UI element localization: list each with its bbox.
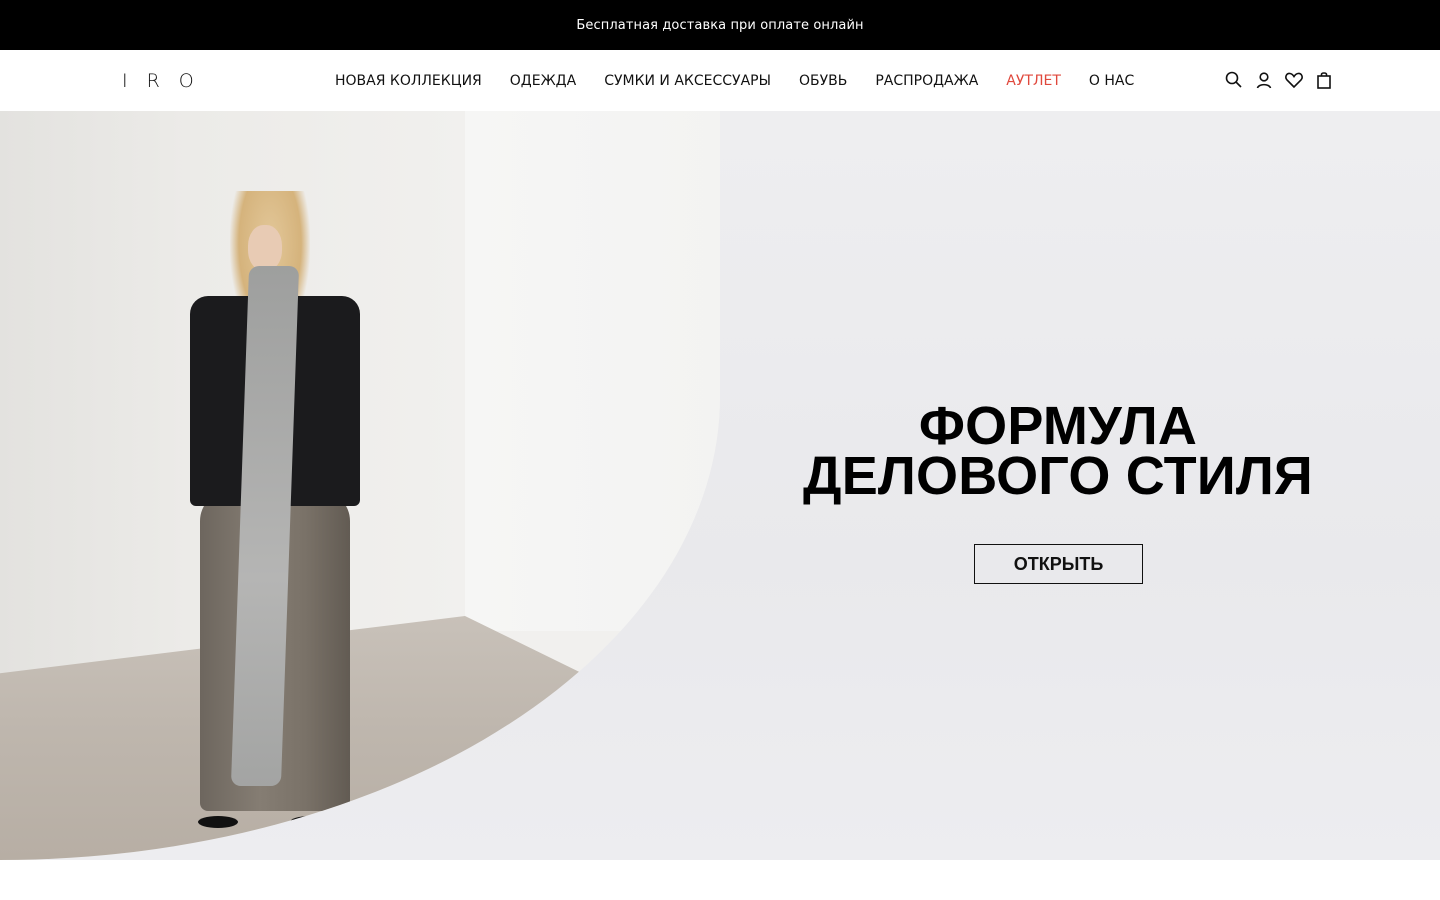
model-face: [248, 225, 282, 271]
search-icon[interactable]: [1224, 68, 1244, 92]
nav-item-sale[interactable]: РАСПРОДАЖА: [875, 73, 978, 89]
main-nav: НОВАЯ КОЛЛЕКЦИЯ ОДЕЖДА СУМКИ И АКСЕССУАР…: [335, 50, 1134, 111]
shopping-bag-icon[interactable]: [1314, 68, 1334, 92]
open-collection-button[interactable]: ОТКРЫТЬ: [974, 544, 1143, 584]
nav-item-new-collection[interactable]: НОВАЯ КОЛЛЕКЦИЯ: [335, 73, 482, 89]
account-icon[interactable]: [1254, 68, 1274, 92]
hero-title-line-1: ФОРМУЛА: [918, 396, 1198, 456]
nav-item-bags-accessories[interactable]: СУМКИ И АКСЕССУАРЫ: [604, 73, 771, 89]
nav-item-outlet[interactable]: АУТЛЕТ: [1006, 73, 1061, 89]
photo-wall-right: [465, 111, 720, 631]
hero-image[interactable]: [0, 111, 720, 860]
header-icons: [1224, 67, 1334, 93]
promo-bar: Бесплатная доставка при оплате онлайн: [0, 0, 1440, 50]
brand-logo[interactable]: IRO: [122, 68, 213, 94]
nav-item-about[interactable]: О НАС: [1089, 73, 1134, 89]
model-figure: [170, 191, 380, 831]
site-header: IRO НОВАЯ КОЛЛЕКЦИЯ ОДЕЖДА СУМКИ И АКСЕС…: [0, 50, 1440, 111]
wishlist-heart-icon[interactable]: [1284, 68, 1304, 92]
hero-title-line-2: ДЕЛОВОГО СТИЛЯ: [803, 446, 1313, 506]
promo-text: Бесплатная доставка при оплате онлайн: [576, 17, 864, 33]
model-shoe-right: [290, 816, 330, 828]
model-shoe-left: [198, 816, 238, 828]
nav-item-shoes[interactable]: ОБУВЬ: [799, 73, 847, 89]
page-below-fold: [0, 860, 1440, 900]
hero-banner: ФОРМУЛА ДЕЛОВОГО СТИЛЯ ОТКРЫТЬ: [0, 111, 1440, 860]
nav-item-clothing[interactable]: ОДЕЖДА: [510, 73, 576, 89]
hero-title: ФОРМУЛА ДЕЛОВОГО СТИЛЯ: [740, 396, 1376, 506]
